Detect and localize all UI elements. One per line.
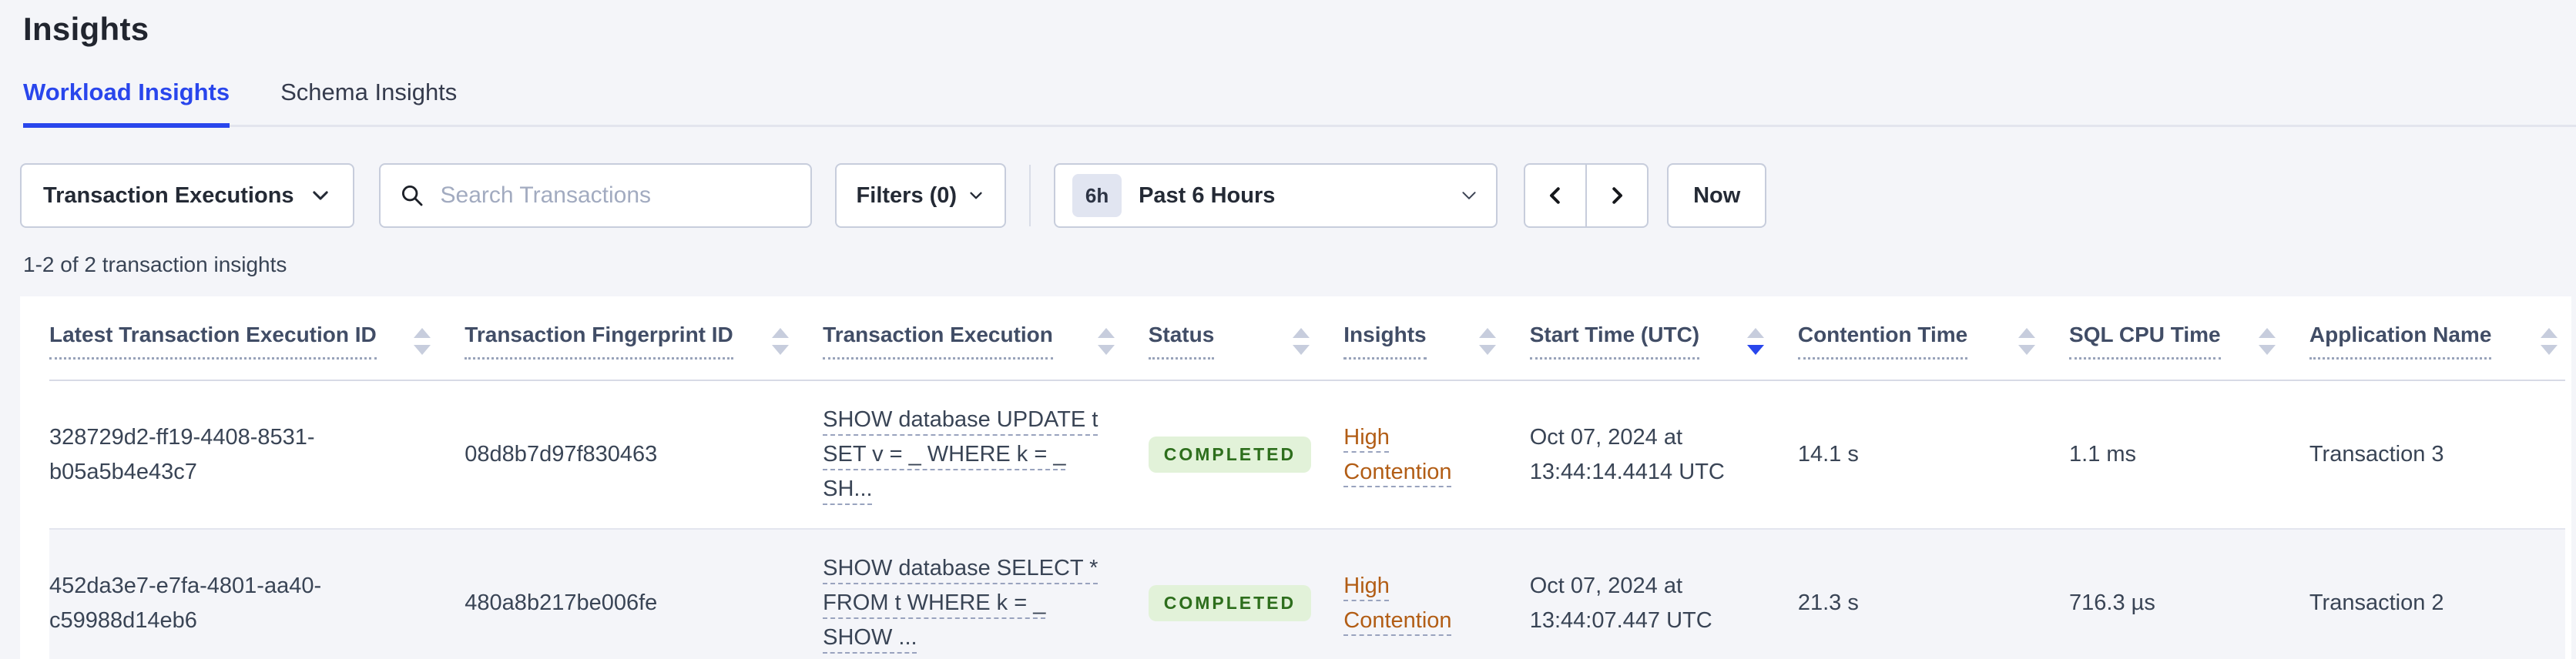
time-range-shortcut-badge: 6h xyxy=(1072,174,1122,217)
sort-toggle[interactable] xyxy=(414,327,431,355)
insights-page: Insights Workload Insights Schema Insigh… xyxy=(0,0,2576,659)
column-header-transaction-execution[interactable]: Transaction Execution xyxy=(823,323,1053,360)
execution-type-dropdown[interactable]: Transaction Executions xyxy=(20,163,354,228)
time-range-label: Past 6 Hours xyxy=(1139,182,1276,208)
results-summary: 1-2 of 2 transaction insights xyxy=(23,253,287,276)
time-range-arrows xyxy=(1524,163,1649,228)
sql-cpu-time-cell: 716.3 µs xyxy=(2069,528,2309,659)
sort-toggle[interactable] xyxy=(2541,327,2558,355)
transaction-execution-link[interactable]: SHOW database SELECT * FROM t WHERE k = … xyxy=(823,551,1100,655)
sort-toggle[interactable] xyxy=(1293,327,1310,355)
now-button[interactable]: Now xyxy=(1667,163,1767,228)
tab-bar: Workload Insights Schema Insights xyxy=(23,79,2576,128)
search-input[interactable] xyxy=(438,182,792,209)
sort-toggle[interactable] xyxy=(772,327,790,355)
column-header-status[interactable]: Status xyxy=(1148,323,1215,360)
column-header-application-name[interactable]: Application Name xyxy=(2309,323,2492,360)
contention-time-cell: 14.1 s xyxy=(1797,442,1859,467)
tab-schema-insights[interactable]: Schema Insights xyxy=(280,79,457,125)
table-header-row: Latest Transaction Execution ID Transact… xyxy=(49,296,2565,381)
sort-toggle[interactable] xyxy=(1478,327,1496,355)
column-header-latest-transaction-execution-id[interactable]: Latest Transaction Execution ID xyxy=(49,323,377,360)
table-row: 328729d2-ff19-4408-8531-b05a5b4e43c7 08d… xyxy=(49,380,2565,529)
time-range-prev-button[interactable] xyxy=(1524,163,1588,228)
time-range-picker[interactable]: 6h Past 6 Hours xyxy=(1054,163,1498,228)
status-badge: COMPLETED xyxy=(1148,584,1312,622)
insights-table-card: Latest Transaction Execution ID Transact… xyxy=(20,296,2571,659)
search-icon xyxy=(399,182,425,209)
column-header-insights[interactable]: Insights xyxy=(1343,323,1427,360)
sort-toggle[interactable] xyxy=(2018,327,2036,355)
chevron-down-icon xyxy=(1459,186,1479,206)
status-badge: COMPLETED xyxy=(1148,436,1312,473)
transaction-execution-link[interactable]: SHOW database UPDATE t SET v = _ WHERE k… xyxy=(823,403,1100,507)
chevron-left-icon xyxy=(1544,184,1567,207)
chevron-down-icon xyxy=(310,185,331,206)
execution-id-cell: 452da3e7-e7fa-4801-aa40-c59988d14eb6 xyxy=(49,528,465,659)
start-time-cell: Oct 07, 2024 at 13:44:14.4414 UTC xyxy=(1529,424,1725,484)
toolbar-divider xyxy=(1029,165,1031,226)
chevron-right-icon xyxy=(1605,184,1628,207)
sort-toggle-active[interactable] xyxy=(1746,327,1764,355)
execution-id-cell: 328729d2-ff19-4408-8531-b05a5b4e43c7 xyxy=(49,424,315,484)
column-header-transaction-fingerprint-id[interactable]: Transaction Fingerprint ID xyxy=(465,323,733,360)
sort-toggle[interactable] xyxy=(1097,327,1115,355)
page-title: Insights xyxy=(23,11,149,47)
insight-high-contention-link[interactable]: High Contention xyxy=(1343,569,1471,638)
search-box[interactable] xyxy=(378,163,812,228)
insights-table: Latest Transaction Execution ID Transact… xyxy=(49,296,2565,659)
application-name-cell: Transaction 3 xyxy=(2309,442,2444,467)
fingerprint-id-cell: 08d8b7d97f830463 xyxy=(465,442,658,467)
time-range-next-button[interactable] xyxy=(1585,163,1649,228)
start-time-cell: Oct 07, 2024 at 13:44:07.447 UTC xyxy=(1529,573,1712,633)
filters-button[interactable]: Filters (0) xyxy=(834,163,1007,228)
column-header-start-time[interactable]: Start Time (UTC) xyxy=(1529,323,1700,360)
execution-type-dropdown-label: Transaction Executions xyxy=(43,182,294,208)
application-name-cell: Transaction 2 xyxy=(2309,528,2565,659)
tab-workload-insights[interactable]: Workload Insights xyxy=(23,79,230,128)
column-header-sql-cpu-time[interactable]: SQL CPU Time xyxy=(2069,323,2221,360)
column-header-contention-time[interactable]: Contention Time xyxy=(1797,323,1968,360)
sql-cpu-time-cell: 1.1 ms xyxy=(2069,442,2137,467)
filters-button-label: Filters (0) xyxy=(856,182,958,208)
toolbar: Transaction Executions Filters (0) 6h Pa… xyxy=(20,163,1767,228)
sort-desc-active-icon xyxy=(1746,344,1764,355)
chevron-down-icon xyxy=(968,187,984,204)
contention-time-cell: 21.3 s xyxy=(1797,528,2070,659)
table-row: 452da3e7-e7fa-4801-aa40-c59988d14eb6 480… xyxy=(49,528,2565,659)
fingerprint-id-cell: 480a8b217be006fe xyxy=(465,528,823,659)
insight-high-contention-link[interactable]: High Contention xyxy=(1343,420,1471,490)
sort-toggle[interactable] xyxy=(2258,327,2276,355)
